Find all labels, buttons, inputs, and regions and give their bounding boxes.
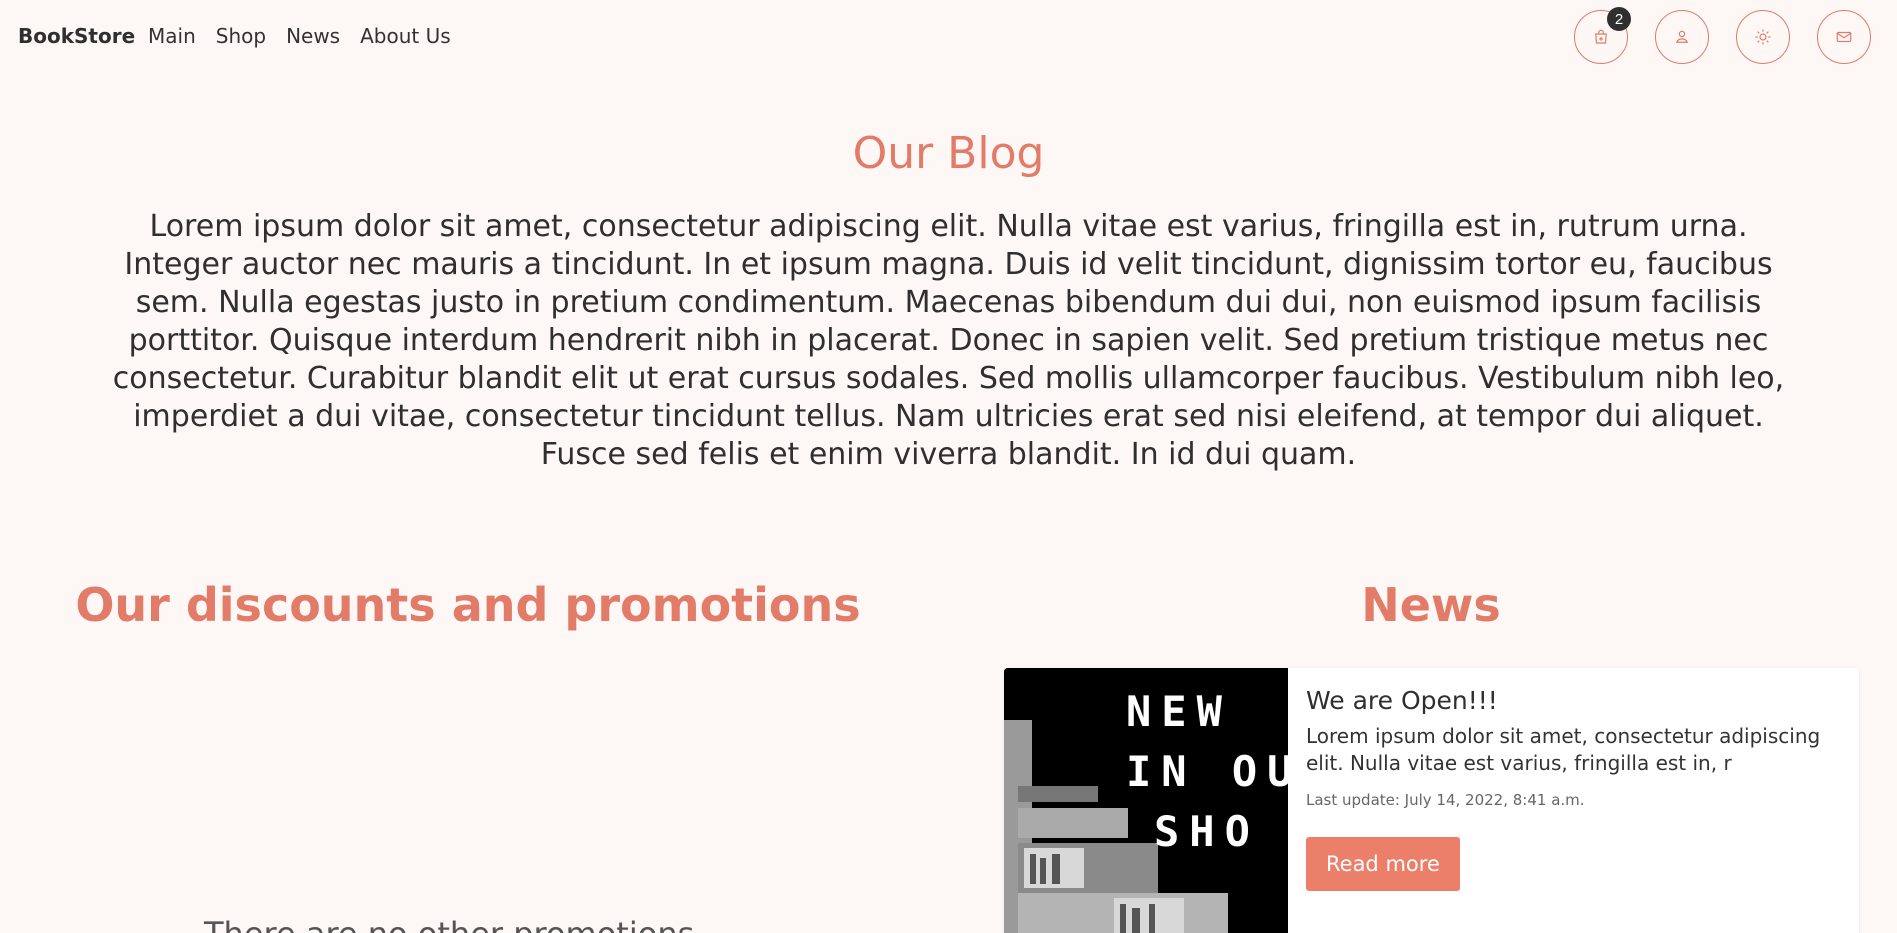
- blog-intro-text: Lorem ipsum dolor sit amet, consectetur …: [112, 209, 1785, 472]
- promotions-text: There are no other promotions: [204, 915, 694, 933]
- top-navbar: BookStore Main Shop News About Us 2: [0, 0, 1897, 74]
- promotions-title: Our discounts and promotions: [75, 578, 861, 632]
- cart-icon: [1595, 29, 1607, 44]
- news-image-line-1: NEW: [1126, 687, 1232, 736]
- theme-toggle-button[interactable]: [1736, 10, 1790, 64]
- news-card-title: We are Open!!!: [1306, 686, 1498, 715]
- nav-link-main[interactable]: Main: [148, 24, 196, 48]
- news-title: News: [1361, 578, 1501, 632]
- theme-sun-icon: [1755, 29, 1771, 45]
- user-icon: [1675, 30, 1689, 43]
- contact-button[interactable]: [1817, 10, 1871, 64]
- news-image-line-2: IN OU: [1126, 747, 1288, 796]
- nav-links: Main Shop News About Us: [148, 24, 471, 48]
- news-card-date: Last update: July 14, 2022, 8:41 a.m.: [1306, 791, 1585, 809]
- news-image-line-3: SHO: [1154, 807, 1260, 856]
- nav-link-news[interactable]: News: [286, 24, 340, 48]
- news-card-image: NEW IN OU SHO: [1004, 668, 1288, 933]
- cart-button[interactable]: 2: [1574, 7, 1631, 64]
- brand-logo[interactable]: BookStore: [18, 24, 135, 48]
- account-button[interactable]: [1655, 10, 1709, 64]
- news-card-text: Lorem ipsum dolor sit amet, consectetur …: [1306, 724, 1821, 775]
- nav-link-about[interactable]: About Us: [360, 24, 451, 48]
- mail-icon: [1836, 31, 1852, 43]
- blog-title: Our Blog: [852, 128, 1045, 179]
- news-card: NEW IN OU SHO We are Open!!! Lorem ipsum…: [1004, 668, 1859, 933]
- read-more-button[interactable]: Read more: [1306, 837, 1460, 891]
- cart-count-badge: 2: [1607, 7, 1631, 31]
- news-card-body: We are Open!!! Lorem ipsum dolor sit ame…: [1306, 686, 1841, 891]
- nav-link-shop[interactable]: Shop: [216, 24, 266, 48]
